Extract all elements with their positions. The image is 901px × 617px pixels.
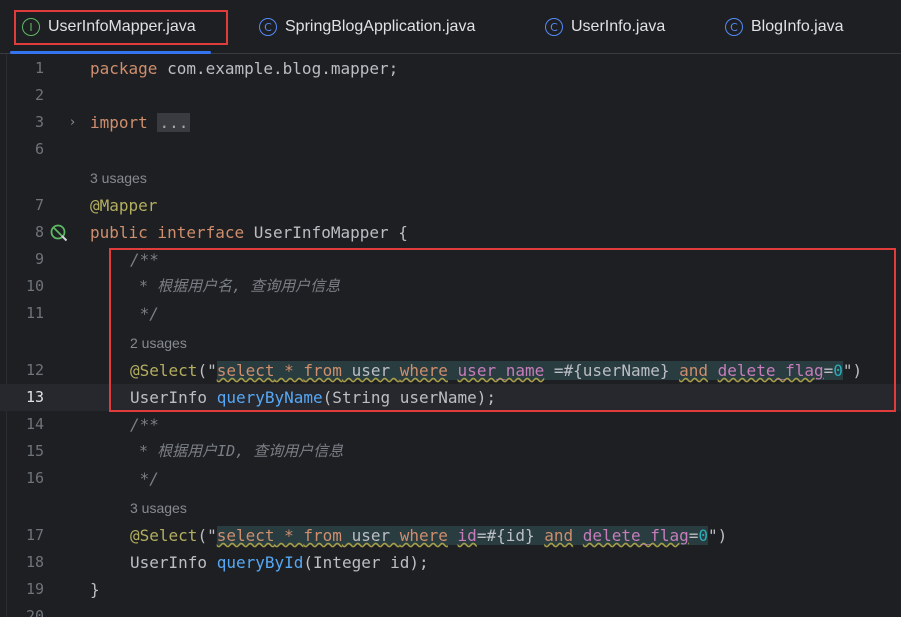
code-text: @Mapper: [90, 196, 158, 215]
code-line: 19 }: [0, 576, 901, 603]
line-number: 18: [25, 553, 44, 571]
code-comment: * 根据用户ID, 查询用户信息: [130, 442, 344, 460]
tab-bloginfo[interactable]: C BlogInfo.java: [725, 0, 844, 54]
code-highlight-box: [109, 248, 896, 412]
tab-userinfo[interactable]: C UserInfo.java: [545, 0, 665, 54]
code-line: 7 @Mapper: [0, 192, 901, 219]
editor-tab-bar: I UserInfoMapper.java C SpringBlogApplic…: [0, 0, 901, 54]
ide-window: I UserInfoMapper.java C SpringBlogApplic…: [0, 0, 901, 617]
line-number: 1: [34, 59, 44, 77]
code-line: 14 /**: [0, 411, 901, 438]
code-line: 8 public interface UserInfoMapper {: [0, 219, 901, 246]
code-line: 1 package com.example.blog.mapper;: [0, 55, 901, 82]
line-number: 16: [25, 469, 44, 487]
folded-imports[interactable]: ...: [157, 113, 191, 132]
code-line: 16 */: [0, 465, 901, 492]
code-editor[interactable]: 1 package com.example.blog.mapper; 2 3 ›…: [0, 54, 901, 617]
code-text: package com.example.blog.mapper;: [90, 59, 399, 78]
code-line: 18 UserInfo queryById(Integer id);: [0, 549, 901, 576]
code-comment: /**: [130, 415, 159, 434]
fold-expand-icon[interactable]: ›: [70, 109, 75, 136]
code-line: 15 * 根据用户ID, 查询用户信息: [0, 438, 901, 465]
code-text: import ...: [90, 113, 191, 132]
line-number: 10: [25, 277, 44, 295]
code-line: 17 @Select("select * from user where id=…: [0, 522, 901, 549]
code-text: }: [90, 580, 100, 599]
code-line: 3 › import ...: [0, 109, 901, 136]
code-text: @Select("select * from user where id=#{i…: [130, 526, 728, 545]
usages-hint-line: 3 usages: [0, 165, 901, 192]
line-number: 20: [25, 607, 44, 617]
usages-hint[interactable]: 3 usages: [90, 165, 147, 192]
code-line: 20: [0, 603, 901, 617]
code-text: UserInfo queryById(Integer id);: [130, 553, 429, 572]
line-number: 6: [34, 140, 44, 158]
code-line: 6: [0, 136, 901, 163]
usages-hint-line: 3 usages: [0, 495, 901, 522]
spring-class-icon: C: [259, 18, 277, 36]
code-comment: */: [130, 469, 159, 488]
code-line: 2: [0, 82, 901, 109]
sql-injection: select * from user where id=#{id} and de…: [216, 526, 709, 545]
line-number: 13: [25, 388, 44, 406]
tab-label: BlogInfo.java: [751, 18, 844, 35]
class-icon: C: [545, 18, 563, 36]
line-number: 14: [25, 415, 44, 433]
line-number: 11: [25, 304, 44, 322]
line-number: 12: [25, 361, 44, 379]
class-icon: C: [725, 18, 743, 36]
active-tab-highlight-box: [14, 10, 228, 45]
tab-label: SpringBlogApplication.java: [285, 18, 476, 35]
line-number: 19: [25, 580, 44, 598]
line-number: 2: [34, 86, 44, 104]
code-text: public interface UserInfoMapper {: [90, 223, 408, 242]
tab-springblogapplication[interactable]: C SpringBlogApplication.java: [259, 0, 475, 54]
usages-hint[interactable]: 3 usages: [130, 495, 187, 522]
tab-label: UserInfo.java: [571, 18, 666, 35]
line-number: 7: [34, 196, 44, 214]
line-number: 8: [34, 223, 44, 241]
line-number: 9: [34, 250, 44, 268]
mybatis-mapper-icon[interactable]: [50, 224, 68, 242]
line-number: 3: [34, 113, 44, 131]
line-number: 15: [25, 442, 44, 460]
line-number: 17: [25, 526, 44, 544]
